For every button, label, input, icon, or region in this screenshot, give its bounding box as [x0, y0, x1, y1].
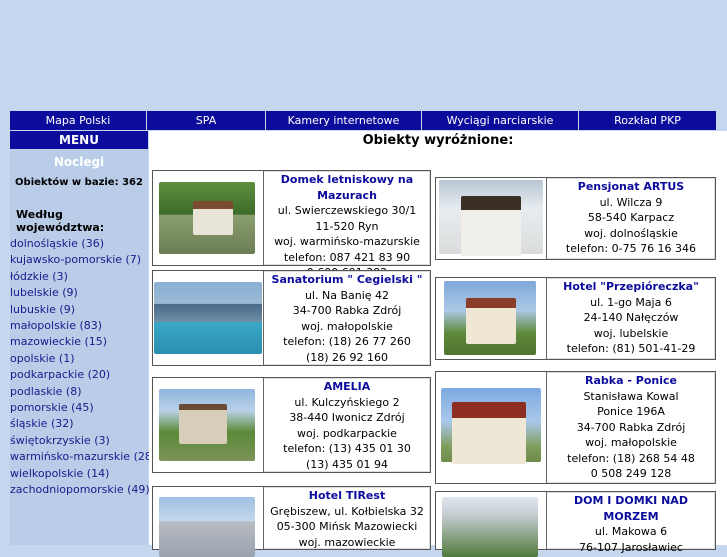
listing-photo[interactable]: [436, 278, 547, 359]
listing-detail: 34-700 Rabka Zdrój: [576, 420, 686, 434]
region-link[interactable]: świętokrzyskie (3): [10, 433, 148, 449]
listing-name[interactable]: Sanatorium " Cegielski ": [264, 272, 430, 288]
listing-detail: telefon: 0-75 76 16 346: [565, 242, 697, 255]
listing-detail: woj. warmińsko-mazurskie: [274, 235, 420, 248]
listing-info: Rabka - Ponice Stanisława Kowal Ponice 196…: [547, 372, 715, 483]
listing-card[interactable]: Rabka - Ponice Stanisława Kowal Ponice 196…: [435, 371, 716, 484]
listing-detail: 38-440 Iwonicz Zdrój: [289, 411, 405, 424]
listing-detail: 58-540 Karpacz: [587, 211, 675, 224]
listing-detail: ul. Na Banię 42: [304, 288, 390, 302]
listing-card[interactable]: Hotel TIRest Grębiszew, ul. Kołbielska 32…: [152, 486, 431, 557]
region-link[interactable]: warmińsko-mazurskie (28): [10, 449, 156, 465]
listing-name[interactable]: Hotel TIRest: [264, 488, 430, 504]
listing-photo[interactable]: [436, 492, 547, 557]
region-link[interactable]: małopolskie (83): [10, 318, 148, 334]
listing-photo[interactable]: [153, 171, 264, 265]
listing-info: Pensjonat ARTUS ul. Wilcza 9 58-540 Karpac…: [547, 178, 715, 259]
listing-photo[interactable]: [436, 372, 547, 483]
nav-wyciagi[interactable]: Wyciągi narciarskie: [422, 111, 579, 130]
nav-rozklad-pkp[interactable]: Rozkład PKP: [579, 111, 716, 130]
listing-detail: ul. Makowa 6: [594, 525, 668, 538]
listing-name[interactable]: Rabka - Ponice: [547, 373, 715, 389]
listing-detail: telefon: 087 421 83 90: [283, 250, 411, 264]
nav-kamery[interactable]: Kamery internetowe: [266, 111, 422, 130]
listing-info: DOM I DOMKI NAD MORZEM ul. Makowa 6 76-107…: [547, 492, 715, 554]
listing-detail: woj. mazowieckie: [298, 535, 396, 549]
listing-detail: telefon: (81) 501-41-29: [566, 342, 696, 355]
listing-detail: telefon: (13) 435 01 30: [283, 442, 411, 455]
listing-detail: ul. 1-go Maja 6: [590, 295, 672, 309]
region-link[interactable]: opolskie (1): [10, 351, 148, 367]
listing-detail: 0 508 249 128: [590, 467, 672, 480]
region-link[interactable]: lubelskie (9): [10, 285, 148, 301]
region-link[interactable]: zachodniopomorskie (49): [10, 482, 150, 498]
sidebar: MENU Noclegi Obiektów w bazie: 362 Wedłu…: [10, 131, 156, 545]
listing-card[interactable]: Sanatorium " Cegielski " ul. Na Banię 42 3…: [152, 270, 431, 366]
region-link[interactable]: śląskie (32): [10, 416, 148, 432]
listing-name[interactable]: AMELIA: [264, 379, 430, 395]
listing-info: Hotel TIRest Grębiszew, ul. Kołbielska 32…: [264, 487, 430, 549]
menu-header: MENU: [10, 131, 148, 149]
listing-detail: (18) 26 92 160: [305, 350, 389, 364]
listing-detail: 24-140 Nałęczów: [583, 311, 679, 324]
listing-detail: 34-700 Rabka Zdrój: [292, 304, 402, 317]
listing-info: Hotel "Przepióreczka" ul. 1-go Maja 6 24-1…: [547, 278, 715, 359]
listing-detail: woj. małopolskie: [585, 436, 677, 449]
listing-detail: Ponice 196A: [597, 405, 665, 418]
listing-detail: ul. Wilcza 9: [599, 195, 663, 209]
region-link[interactable]: mazowieckie (15): [10, 334, 148, 350]
region-link[interactable]: podkarpackie (20): [10, 367, 148, 383]
object-count: Obiektów w bazie: 362: [15, 177, 143, 188]
listing-info: Domek letniskowy na Mazurach ul. Swiercze…: [264, 171, 430, 279]
listing-detail: ul. Swierczewskiego 30/1: [277, 204, 417, 217]
listing-photo[interactable]: [436, 178, 547, 259]
listing-card[interactable]: Pensjonat ARTUS ul. Wilcza 9 58-540 Karpac…: [435, 177, 716, 260]
listing-name[interactable]: Domek letniskowy na Mazurach: [264, 172, 430, 203]
listing-detail: telefon: (18) 268 54 48: [567, 451, 695, 465]
listing-detail: ul. Kulczyńskiego 2: [294, 395, 400, 409]
region-list: dolnośląskie (36) kujawsko-pomorskie (7) ł…: [10, 236, 156, 499]
listing-name[interactable]: DOM I DOMKI NAD MORZEM: [547, 493, 715, 524]
listing-detail: telefon: (18) 26 77 260: [283, 335, 411, 348]
listing-detail: 76-107 Jarosławiec: [579, 540, 683, 554]
top-navigation: Mapa Polski SPA Kamery internetowe Wycią…: [10, 111, 716, 130]
nav-spa[interactable]: SPA: [147, 111, 266, 130]
listing-name[interactable]: Pensjonat ARTUS: [547, 179, 715, 195]
region-link[interactable]: lubuskie (9): [10, 302, 148, 318]
listing-detail: (13) 435 01 94: [305, 457, 389, 471]
listing-photo[interactable]: [153, 487, 264, 557]
region-link[interactable]: podlaskie (8): [10, 384, 148, 400]
section-title: Noclegi: [53, 155, 105, 169]
listing-detail: 11-520 Ryn: [315, 219, 379, 233]
listing-detail: woj. lubelskie: [593, 326, 669, 340]
region-link[interactable]: łódzkie (3): [10, 269, 148, 285]
regions-heading: Według województwa:: [16, 208, 105, 234]
listing-photo[interactable]: [153, 271, 264, 365]
region-link[interactable]: wielkopolskie (14): [10, 466, 148, 482]
listing-detail: Stanisława Kowal: [583, 389, 679, 403]
region-link[interactable]: dolnośląskie (36): [10, 236, 148, 252]
listing-info: Sanatorium " Cegielski " ul. Na Banię 42 3…: [264, 271, 430, 365]
region-link[interactable]: kujawsko-pomorskie (7): [10, 252, 148, 268]
nav-mapa-polski[interactable]: Mapa Polski: [10, 111, 147, 130]
listing-detail: woj. małopolskie: [301, 319, 393, 333]
listing-info: AMELIA ul. Kulczyńskiego 2 38-440 Iwonicz …: [264, 378, 430, 472]
region-link[interactable]: pomorskie (45): [10, 400, 148, 416]
listing-detail: 05-300 Mińsk Mazowiecki: [276, 520, 418, 533]
listing-detail: woj. dolnośląskie: [584, 226, 678, 240]
listing-name[interactable]: Hotel "Przepióreczka": [547, 279, 715, 295]
listing-detail: woj. podkarpackie: [297, 426, 397, 440]
listing-card[interactable]: Hotel "Przepióreczka" ul. 1-go Maja 6 24-1…: [435, 277, 716, 360]
listing-photo[interactable]: [153, 378, 264, 472]
listing-card[interactable]: DOM I DOMKI NAD MORZEM ul. Makowa 6 76-107…: [435, 491, 716, 557]
listing-card[interactable]: Domek letniskowy na Mazurach ul. Swiercze…: [152, 170, 431, 279]
featured-title: Obiekty wyróżnione:: [362, 133, 514, 148]
listing-detail: Grębiszew, ul. Kołbielska 32: [270, 504, 424, 518]
listing-card[interactable]: AMELIA ul. Kulczyńskiego 2 38-440 Iwonicz …: [152, 377, 431, 473]
